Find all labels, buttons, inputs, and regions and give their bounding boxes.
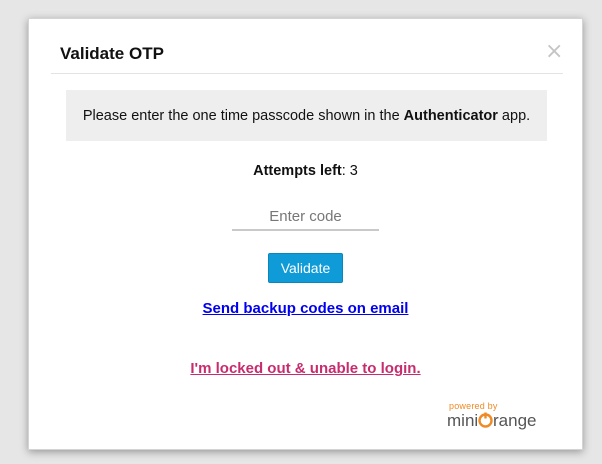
attempts-label: Attempts left — [253, 163, 342, 179]
instruction-box: Please enter the one time passcode shown… — [66, 90, 547, 141]
close-icon: × — [545, 39, 564, 64]
instruction-suffix: app. — [497, 107, 531, 124]
close-button[interactable]: × — [545, 41, 563, 63]
modal-header: Validate OTP × — [51, 19, 563, 74]
instruction-prefix: Please enter the one time passcode shown… — [82, 107, 404, 124]
backup-codes-row: Send backup codes on email — [29, 300, 582, 317]
attempts-count: 3 — [349, 163, 358, 179]
attempts-separator: : — [341, 163, 350, 179]
instruction-text: Please enter the one time passcode shown… — [83, 108, 530, 124]
validate-button[interactable]: Validate — [268, 253, 343, 283]
miniorange-logo: mini range — [447, 411, 536, 430]
validate-otp-dialog: Validate OTP × Please enter the one time… — [28, 18, 583, 450]
locked-out-link[interactable]: I'm locked out & unable to login. — [190, 360, 420, 377]
svg-text:range: range — [493, 411, 536, 430]
modal-title: Validate OTP — [60, 44, 164, 63]
authenticator-app-name: Authenticator — [403, 107, 498, 124]
otp-code-input[interactable] — [232, 203, 379, 231]
send-backup-codes-link[interactable]: Send backup codes on email — [203, 300, 409, 317]
locked-out-row: I'm locked out & unable to login. — [29, 360, 582, 377]
miniorange-branding: powered by mini range — [447, 401, 541, 431]
svg-text:mini: mini — [447, 411, 478, 430]
attempts-left: Attempts left: 3 — [29, 163, 582, 179]
